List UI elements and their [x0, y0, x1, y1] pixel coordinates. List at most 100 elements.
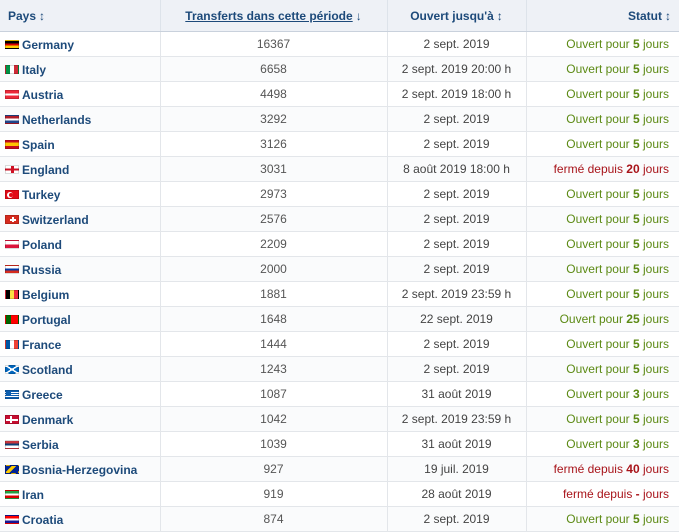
country-cell: Bosnia-Herzegovina — [0, 456, 161, 482]
status-cell: Ouvert pour 5 jours — [526, 131, 679, 157]
flag-tr-icon — [5, 189, 19, 199]
status-cell: Ouvert pour 5 jours — [526, 231, 679, 257]
status-days: 5 — [632, 87, 640, 101]
transfers-count: 6658 — [160, 56, 388, 82]
open-until-date: 2 sept. 2019 — [387, 231, 527, 257]
status-days: 5 — [632, 187, 640, 201]
status-prefix: Ouvert pour — [566, 437, 633, 451]
table-row: Switzerland 2576 2 sept. 2019 Ouvert pour 5… — [0, 206, 679, 232]
table-row: Poland 2209 2 sept. 2019 Ouvert pour 5 jour… — [0, 231, 679, 257]
column-header-status[interactable]: Statut ↕ — [526, 0, 679, 32]
status-prefix: Ouvert pour — [559, 312, 627, 326]
status-cell: Ouvert pour 5 jours — [526, 281, 679, 307]
status-suffix: jours — [639, 187, 669, 201]
flag-hr-icon — [5, 514, 19, 524]
country-link[interactable]: Germany — [22, 37, 74, 51]
table-row: Spain 3126 2 sept. 2019 Ouvert pour 5 jours — [0, 131, 679, 157]
flag-it-icon — [5, 64, 19, 74]
country-cell: Portugal — [0, 306, 161, 332]
status-prefix: fermé depuis — [553, 162, 627, 176]
transfers-count: 4498 — [160, 81, 388, 107]
country-link[interactable]: Italy — [22, 62, 46, 76]
column-header-open-until[interactable]: Ouvert jusqu'à ↕ — [387, 0, 527, 32]
country-cell: Netherlands — [0, 106, 161, 132]
country-link[interactable]: Turkey — [22, 187, 60, 201]
table-header: Pays ↕ Transferts dans cette période ↓ Ouv… — [0, 0, 679, 32]
status-suffix: jours — [639, 262, 669, 276]
table-row: Belgium 1881 2 sept. 2019 23:59 h Ouvert po… — [0, 281, 679, 307]
country-link[interactable]: Serbia — [22, 437, 59, 451]
status-prefix: Ouvert pour — [566, 62, 633, 76]
country-link[interactable]: France — [22, 337, 61, 351]
status-prefix: Ouvert pour — [566, 412, 633, 426]
status-days: 5 — [632, 262, 640, 276]
status-days: 5 — [632, 337, 640, 351]
sort-down-icon[interactable]: ↓ — [356, 9, 362, 23]
country-link[interactable]: Croatia — [22, 512, 63, 526]
status-days: 5 — [632, 362, 640, 376]
flag-pt-icon — [5, 314, 19, 324]
status-days: 40 — [626, 462, 640, 476]
country-link[interactable]: England — [22, 162, 69, 176]
column-header-transfers-label[interactable]: Transferts dans cette période — [185, 9, 352, 23]
sort-both-icon[interactable]: ↕ — [497, 9, 503, 23]
flag-sc-icon — [5, 364, 19, 374]
status-cell: Ouvert pour 5 jours — [526, 256, 679, 282]
table-row: Germany 16367 2 sept. 2019 Ouvert pour 5 jo… — [0, 31, 679, 57]
sort-both-icon[interactable]: ↕ — [665, 9, 671, 23]
status-suffix: jours — [639, 37, 669, 51]
flag-de-icon — [5, 39, 19, 49]
status-cell: fermé depuis 40 jours — [526, 456, 679, 482]
open-until-date: 2 sept. 2019 — [387, 31, 527, 57]
country-link[interactable]: Switzerland — [22, 212, 89, 226]
status-prefix: Ouvert pour — [566, 512, 633, 526]
status-prefix: fermé depuis — [562, 487, 636, 501]
status-suffix: jours — [639, 362, 669, 376]
status-cell: Ouvert pour 5 jours — [526, 106, 679, 132]
country-link[interactable]: Spain — [22, 137, 55, 151]
country-link[interactable]: Greece — [22, 387, 63, 401]
country-link[interactable]: Denmark — [22, 412, 73, 426]
country-link[interactable]: Poland — [22, 237, 62, 251]
country-link[interactable]: Austria — [22, 87, 63, 101]
table-row: Scotland 1243 2 sept. 2019 Ouvert pour 5 jo… — [0, 356, 679, 382]
open-until-date: 2 sept. 2019 — [387, 181, 527, 207]
flag-fr-icon — [5, 339, 19, 349]
table-row: Russia 2000 2 sept. 2019 Ouvert pour 5 jour… — [0, 256, 679, 282]
status-days: 5 — [632, 112, 640, 126]
country-cell: Denmark — [0, 406, 161, 432]
status-days: 5 — [632, 37, 640, 51]
column-header-transfers[interactable]: Transferts dans cette période ↓ — [160, 0, 388, 32]
country-cell: Greece — [0, 381, 161, 407]
table-row: Denmark 1042 2 sept. 2019 23:59 h Ouvert po… — [0, 406, 679, 432]
status-prefix: Ouvert pour — [566, 387, 633, 401]
open-until-date: 2 sept. 2019 20:00 h — [387, 56, 527, 82]
status-days: 3 — [632, 387, 640, 401]
country-link[interactable]: Russia — [22, 262, 61, 276]
sort-both-icon[interactable]: ↕ — [39, 9, 45, 23]
open-until-date: 31 août 2019 — [387, 381, 527, 407]
status-days: 5 — [632, 137, 640, 151]
transfers-count: 2576 — [160, 206, 388, 232]
status-prefix: Ouvert pour — [566, 212, 633, 226]
column-header-country[interactable]: Pays ↕ — [0, 0, 161, 32]
status-days: 5 — [632, 412, 640, 426]
status-prefix: Ouvert pour — [566, 137, 633, 151]
status-prefix: fermé depuis — [553, 462, 627, 476]
transfers-count: 1444 — [160, 331, 388, 357]
country-link[interactable]: Netherlands — [22, 112, 91, 126]
open-until-date: 2 sept. 2019 18:00 h — [387, 81, 527, 107]
country-link[interactable]: Belgium — [22, 287, 69, 301]
flag-dk-icon — [5, 414, 19, 424]
status-days: 5 — [632, 212, 640, 226]
country-link[interactable]: Iran — [22, 487, 44, 501]
transfers-count: 2000 — [160, 256, 388, 282]
transfers-count: 1039 — [160, 431, 388, 457]
column-header-status-label: Statut — [628, 8, 662, 23]
status-days: 25 — [626, 312, 640, 326]
open-until-date: 2 sept. 2019 23:59 h — [387, 281, 527, 307]
table-row: Iran 919 28 août 2019 fermé depuis - jours — [0, 481, 679, 507]
country-link[interactable]: Portugal — [22, 312, 71, 326]
country-link[interactable]: Bosnia-Herzegovina — [22, 462, 137, 476]
country-link[interactable]: Scotland — [22, 362, 73, 376]
